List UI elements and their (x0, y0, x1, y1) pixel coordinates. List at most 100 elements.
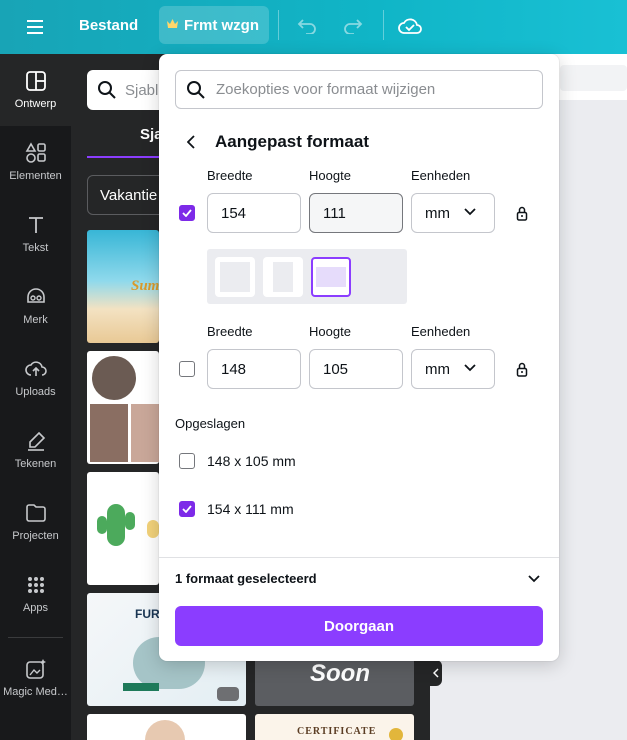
rail-label: Merk (23, 314, 48, 326)
template-thumbnail[interactable]: Sum (87, 230, 159, 343)
rail-label: Tekenen (14, 458, 57, 470)
template-thumbnail[interactable]: CERTIFICATE (255, 714, 414, 740)
resize-search-field[interactable] (175, 70, 543, 109)
draw-icon (27, 431, 45, 451)
rail-item-elementen[interactable]: Elementen (0, 126, 71, 198)
toolbar-divider (278, 10, 279, 40)
toolbar-divider (383, 10, 384, 40)
selected-count-label[interactable]: 1 formaat geselecteerd (175, 571, 317, 586)
rail-item-projecten[interactable]: Projecten (0, 486, 71, 558)
width-label: Breedte (207, 324, 253, 339)
shapes-icon (25, 142, 46, 163)
height-label: Hoogte (309, 324, 351, 339)
lock-icon[interactable] (513, 204, 531, 222)
saved-size-label: 154 x 111 mm (207, 501, 294, 517)
units-label: Eenheden (411, 324, 471, 339)
saved-section-label: Opgeslagen (175, 416, 246, 431)
template-thumbnail[interactable] (87, 714, 246, 740)
popover-divider (159, 557, 559, 558)
search-icon (98, 81, 116, 99)
width-field[interactable]: 154 (207, 193, 301, 233)
resize-label: Frmt wzgn (184, 16, 259, 34)
rail-item-uploads[interactable]: Uploads (0, 342, 71, 414)
saved-size-item[interactable]: 148 x 105 mm (179, 451, 296, 471)
orientation-portrait-option[interactable] (263, 257, 303, 297)
width-value: 154 (221, 204, 247, 222)
continue-button[interactable]: Doorgaan (175, 606, 543, 646)
height-value: 111 (323, 204, 346, 222)
units-value: mm (425, 204, 450, 222)
cloud-saved-icon[interactable] (397, 13, 423, 39)
rail-label: Projecten (12, 530, 59, 542)
chevron-down-icon (464, 364, 476, 372)
height-field[interactable]: 105 (309, 349, 403, 389)
height-label: Hoogte (309, 168, 351, 183)
checkmark-icon (182, 505, 192, 513)
saved-size-checkbox[interactable] (179, 501, 195, 517)
width-field[interactable]: 148 (207, 349, 301, 389)
collapse-panel-icon[interactable] (430, 660, 442, 686)
thumbnail-text: FUR (135, 607, 160, 621)
rail-label: Elementen (9, 170, 62, 182)
crown-icon (167, 19, 178, 31)
cloud-upload-icon (24, 361, 47, 376)
height-value: 105 (323, 360, 349, 378)
orientation-picker (207, 249, 407, 304)
back-chevron-icon[interactable] (181, 132, 201, 152)
search-icon (187, 80, 205, 99)
rail-label: Ontwerp (14, 98, 57, 110)
chevron-down-icon[interactable] (525, 570, 543, 588)
lock-icon[interactable] (513, 360, 531, 378)
height-field[interactable]: 111 (309, 193, 403, 233)
hamburger-menu-icon[interactable] (22, 14, 48, 40)
redo-icon[interactable] (340, 13, 366, 39)
popover-title: Aangepast formaat (215, 132, 369, 151)
saved-size-checkbox[interactable] (179, 453, 195, 469)
layout-icon (25, 71, 46, 91)
template-thumbnail[interactable] (87, 472, 159, 585)
brand-icon (26, 288, 45, 303)
left-rail: Ontwerp Elementen Tekst Merk Uploads Tek… (0, 54, 71, 740)
rail-item-merk[interactable]: Merk (0, 270, 71, 342)
orientation-landscape-option[interactable] (311, 257, 351, 297)
saved-size-item[interactable]: 154 x 111 mm (179, 499, 294, 519)
size-row-checkbox[interactable] (179, 361, 195, 377)
width-label: Breedte (207, 168, 253, 183)
template-thumbnail[interactable] (87, 351, 159, 464)
resize-popover: Aangepast formaat Breedte Hoogte Eenhede… (159, 54, 559, 661)
text-icon (28, 217, 43, 233)
file-menu-button[interactable]: Bestand (68, 6, 149, 44)
thumbnail-text: CERTIFICATE (297, 726, 377, 737)
thumbnail-text: Soon (310, 660, 370, 687)
chevron-down-icon (464, 208, 476, 216)
rail-label: Magic Med… (3, 686, 68, 698)
units-label: Eenheden (411, 168, 471, 183)
rail-divider (8, 637, 63, 638)
folder-icon (25, 504, 46, 522)
saved-size-label: 148 x 105 mm (207, 453, 296, 469)
rail-item-tekenen[interactable]: Tekenen (0, 414, 71, 486)
units-value: mm (425, 360, 450, 378)
templates-search-placeholder: Sjabl (125, 81, 159, 99)
rail-item-tekst[interactable]: Tekst (0, 198, 71, 270)
rail-item-apps[interactable]: Apps (0, 558, 71, 630)
top-bar: Bestand Frmt wzgn (0, 0, 627, 54)
template-thumbnail[interactable]: Soon (255, 654, 414, 706)
checkmark-icon (182, 209, 192, 217)
file-menu-label: Bestand (79, 16, 139, 34)
units-select[interactable]: mm (411, 193, 495, 233)
thumbnail-text: Sum (131, 278, 159, 294)
undo-icon[interactable] (294, 13, 320, 39)
rail-item-magic-media[interactable]: Magic Med… (0, 642, 71, 714)
orientation-square-option[interactable] (215, 257, 255, 297)
rail-label: Uploads (15, 386, 56, 398)
resize-button[interactable]: Frmt wzgn (159, 6, 269, 44)
rail-label: Apps (22, 602, 49, 614)
rail-item-ontwerp[interactable]: Ontwerp (0, 54, 71, 126)
resize-search-input[interactable] (216, 81, 536, 98)
magic-media-icon (25, 659, 46, 679)
size-row-checkbox[interactable] (179, 205, 195, 221)
width-value: 148 (221, 360, 247, 378)
category-dropdown-label: Vakantie (100, 186, 158, 204)
units-select[interactable]: mm (411, 349, 495, 389)
